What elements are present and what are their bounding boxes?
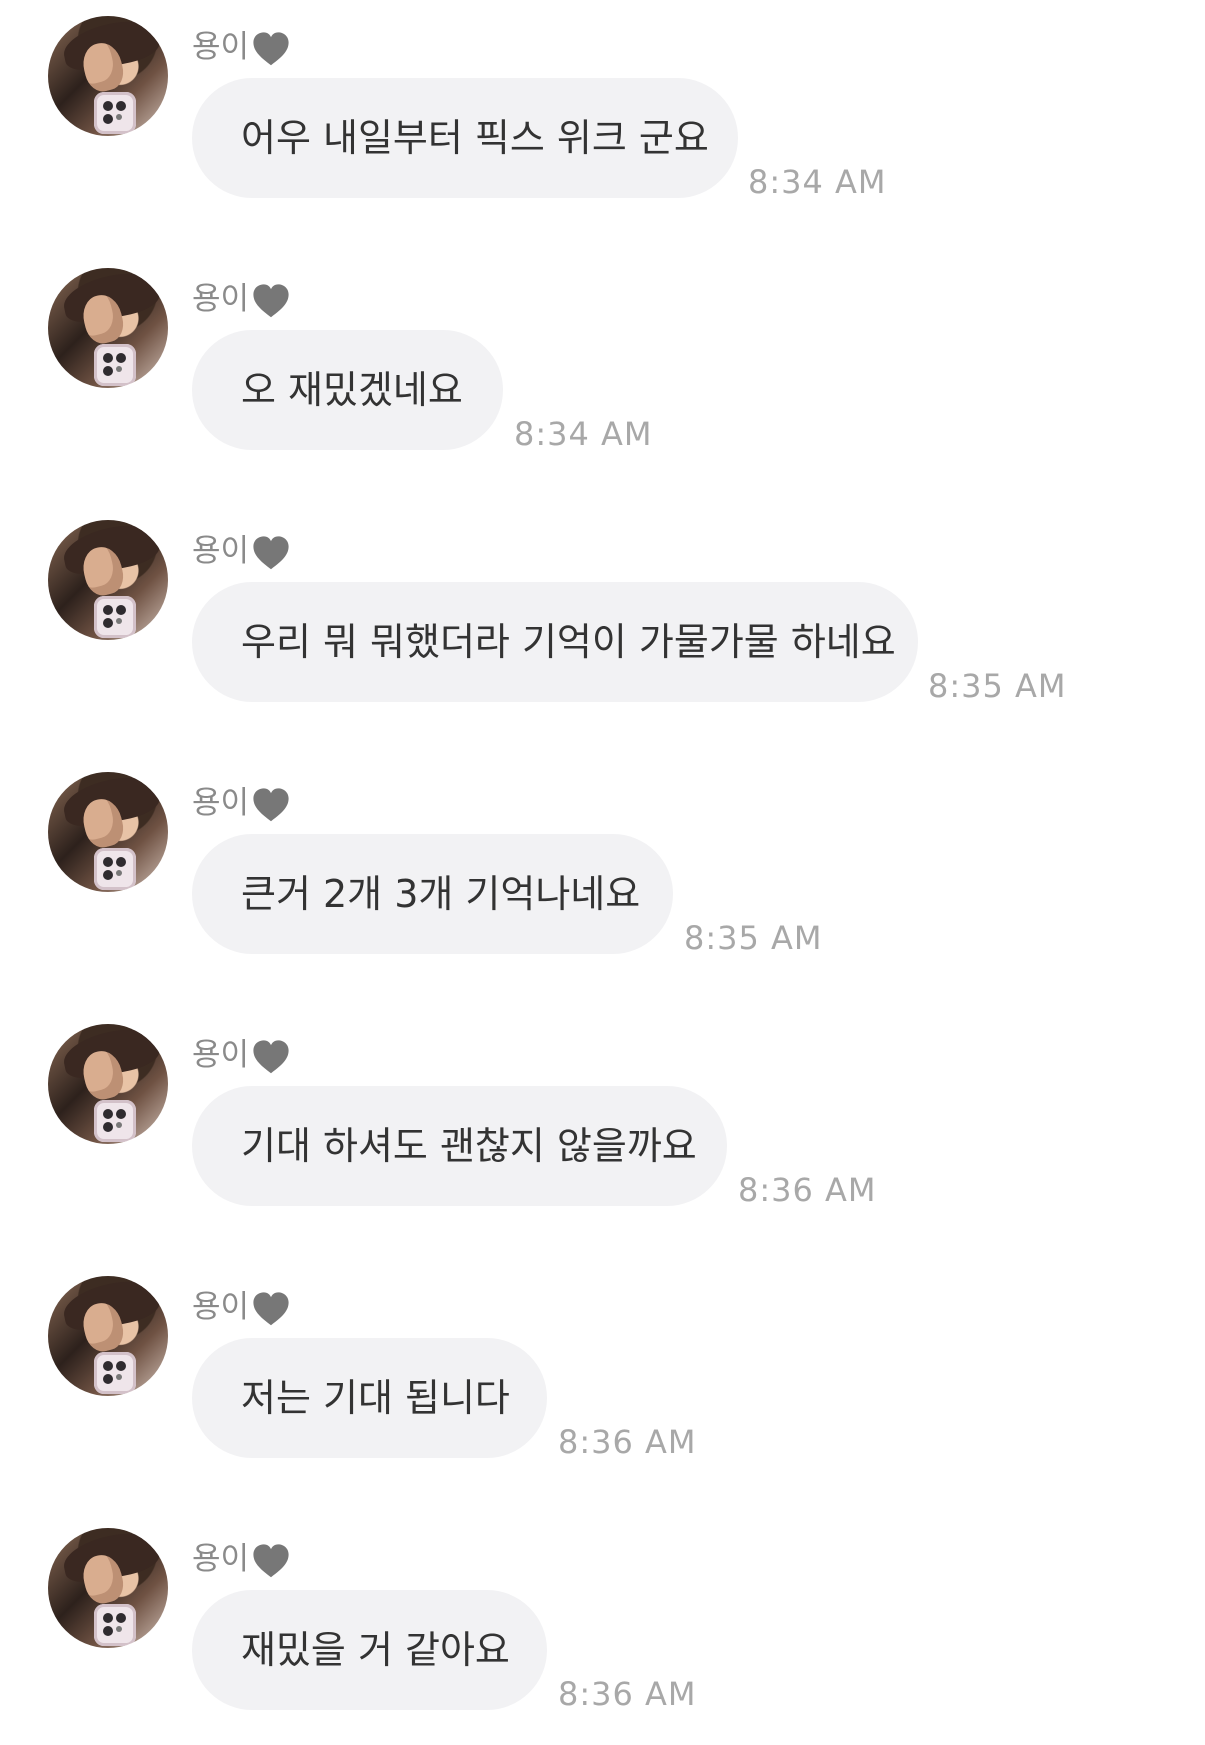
avatar-phone [94,344,136,386]
avatar[interactable] [48,1528,168,1648]
heart-icon [253,1292,289,1326]
avatar[interactable] [48,520,168,640]
sender-label: 용이 [192,1540,250,1577]
sender-name: 용이 [192,277,291,321]
message-bubble[interactable]: 재밌을 거 같아요 [192,1590,547,1710]
message-bubble[interactable]: 저는 기대 됩니다 [192,1338,547,1458]
message-bubble[interactable]: 오 재밌겠네요 [192,330,503,450]
avatar[interactable] [48,1024,168,1144]
message-bubble[interactable]: 기대 하셔도 괜찮지 않을까요 [192,1086,727,1206]
avatar[interactable] [48,268,168,388]
heart-icon [253,788,289,822]
heart-icon [253,32,289,66]
message-time: 8:34 AM [748,163,887,201]
message-time: 8:36 AM [738,1171,877,1209]
sender-name: 용이 [192,781,291,825]
message-item: 용이 재밌을 거 같아요 8:36 AM [0,1512,1205,1742]
sender-label: 용이 [192,280,250,317]
sender-label: 용이 [192,1288,250,1325]
avatar-phone [94,596,136,638]
message-text: 우리 뭐 뭐했더라 기억이 가물가물 하네요 [241,620,896,664]
avatar[interactable] [48,1276,168,1396]
heart-icon [253,1040,289,1074]
sender-name: 용이 [192,1033,291,1077]
message-item: 용이 우리 뭐 뭐했더라 기억이 가물가물 하네요 8:35 AM [0,504,1205,734]
message-time: 8:35 AM [684,919,823,957]
avatar[interactable] [48,16,168,136]
heart-icon [253,536,289,570]
sender-label: 용이 [192,1036,250,1073]
message-text: 오 재밌겠네요 [241,368,463,412]
message-bubble[interactable]: 우리 뭐 뭐했더라 기억이 가물가물 하네요 [192,582,918,702]
message-text: 어우 내일부터 픽스 위크 군요 [241,116,709,160]
message-bubble[interactable]: 큰거 2개 3개 기억나네요 [192,834,673,954]
message-text: 큰거 2개 3개 기억나네요 [241,872,641,916]
avatar-phone [94,92,136,134]
message-text: 기대 하셔도 괜찮지 않을까요 [241,1124,697,1168]
heart-icon [253,1544,289,1578]
sender-label: 용이 [192,28,250,65]
sender-name: 용이 [192,1285,291,1329]
sender-name: 용이 [192,529,291,573]
message-time: 8:36 AM [558,1423,697,1461]
avatar-phone [94,1604,136,1646]
message-item: 용이 저는 기대 됩니다 8:36 AM [0,1260,1205,1490]
avatar-phone [94,1100,136,1142]
message-time: 8:35 AM [928,667,1067,705]
message-item: 용이 기대 하셔도 괜찮지 않을까요 8:36 AM [0,1008,1205,1238]
message-bubble[interactable]: 어우 내일부터 픽스 위크 군요 [192,78,738,198]
sender-label: 용이 [192,532,250,569]
avatar-phone [94,848,136,890]
avatar[interactable] [48,772,168,892]
message-item: 용이 오 재밌겠네요 8:34 AM [0,252,1205,482]
message-text: 저는 기대 됩니다 [241,1376,510,1420]
message-text: 재밌을 거 같아요 [241,1628,510,1672]
message-item: 용이 큰거 2개 3개 기억나네요 8:35 AM [0,756,1205,986]
message-item: 용이 어우 내일부터 픽스 위크 군요 8:34 AM [0,0,1205,230]
message-time: 8:36 AM [558,1675,697,1713]
avatar-phone [94,1352,136,1394]
heart-icon [253,284,289,318]
message-time: 8:34 AM [514,415,653,453]
chat-message-list: 용이 어우 내일부터 픽스 위크 군요 8:34 AM 용이 오 재밌겠네요 8… [0,0,1205,1745]
sender-name: 용이 [192,1537,291,1581]
sender-name: 용이 [192,25,291,69]
sender-label: 용이 [192,784,250,821]
